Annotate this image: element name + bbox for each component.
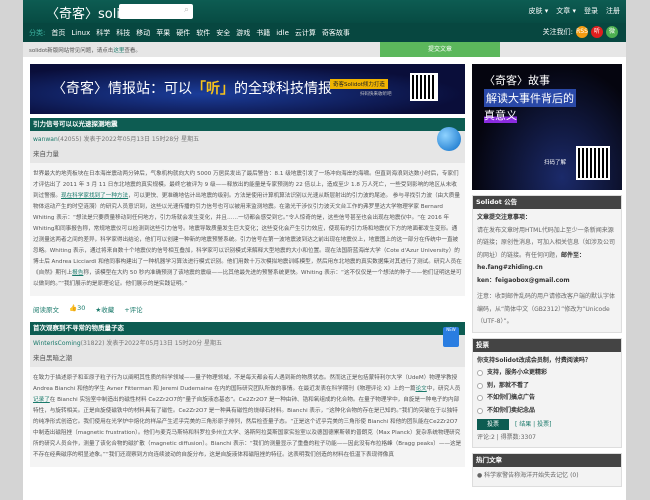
- radio-button[interactable]: [477, 382, 483, 389]
- banner-title: 〈奇客〉情报站：可以: [52, 81, 192, 97]
- poll-option[interactable]: 支持，服务小众更精彩: [477, 367, 617, 380]
- article-body: 世界最大的地壳板块在日本海岸震动两分钟后，气象机构就向大约 5000 万居民发出…: [30, 163, 465, 296]
- nav-item[interactable]: 云计算: [295, 28, 316, 38]
- author-link[interactable]: wanwan: [33, 136, 58, 143]
- search-input[interactable]: ⌕: [119, 4, 193, 19]
- qr-code: [576, 146, 610, 180]
- article-menu[interactable]: 文章 ▾: [556, 6, 576, 16]
- header: 〈奇客〉solidot ⌕ 皮肤 ▾ 文章 ▾ 登录 注册: [23, 0, 626, 23]
- nav-item[interactable]: idle: [276, 29, 289, 37]
- search-icon[interactable]: ⌕: [184, 5, 189, 15]
- box-title: 投票: [473, 338, 621, 352]
- thumbs-up-icon: 👍: [69, 304, 78, 312]
- poll-box: 投票 你支持Solidot改成会员制，付费阅读吗？ 支持，服务小众更精彩 别，那…: [472, 337, 622, 448]
- banner-ad[interactable]: 〈奇客〉情报站：可以「听」的全球科技情报 奇客Solidot倾力打造 扫码快来收…: [30, 64, 465, 114]
- article-link[interactable]: 论文: [416, 386, 427, 392]
- box-title: 热门文章: [473, 454, 621, 467]
- announce-email: ken：feigaobox@gmail.com: [477, 276, 570, 284]
- banner-sub: 扫码快来收听吧: [360, 92, 392, 97]
- article-title[interactable]: 引力信号可以以光速探测地震: [30, 118, 465, 131]
- login-link[interactable]: 登录: [584, 6, 598, 16]
- article-meta: (31822) 发表于2022年05月13日 15时20分 星期五: [80, 340, 222, 347]
- nav-item[interactable]: 奇客故事: [322, 28, 350, 38]
- like-button[interactable]: 👍30: [69, 304, 85, 314]
- banner-title-end: 的全球科技情报: [234, 81, 332, 97]
- main-column: 〈奇客〉情报站：可以「听」的全球科技情报 奇客Solidot倾力打造 扫码快来收…: [30, 64, 465, 467]
- author-link[interactable]: WinterIsComing: [33, 340, 81, 347]
- listen-icon[interactable]: 听: [591, 26, 603, 38]
- nav-item[interactable]: 软件: [196, 28, 210, 38]
- nav-item[interactable]: 硬件: [176, 28, 190, 38]
- story-scan: 扫码了解: [544, 160, 567, 166]
- register-link[interactable]: 注册: [606, 6, 620, 16]
- qr-code: [410, 73, 438, 101]
- story-line: 解读大事件背后的: [484, 89, 576, 107]
- poll-stats: 评论:2 | 得票数:3307: [477, 433, 536, 441]
- comment-button[interactable]: +评论: [124, 304, 142, 314]
- follow-label: 关注我们:: [542, 28, 573, 36]
- article-meta: (42055) 发表于2022年05月13日 15时28分 星期五: [57, 136, 200, 143]
- nav-item[interactable]: 首页: [51, 28, 65, 38]
- favorite-button[interactable]: ★收藏: [95, 304, 114, 314]
- story-title: 〈奇客〉故事: [484, 74, 550, 87]
- article: 引力信号可以以光速探测地震 wanwan(42055) 发表于2022年05月1…: [30, 118, 465, 322]
- nav-item[interactable]: Linux: [71, 29, 90, 37]
- announcement-box: Solidot 公告 文章提交注意事项： 请在发布文章时用HTML代码加上至少一…: [472, 195, 622, 333]
- science-globe-icon: [437, 127, 461, 151]
- article-source: 来自黑暗之潮: [33, 354, 72, 362]
- announce-note: 注意：收到邮件乱码的用户请修改客户端的默认字体编码，从“简体中文（GB2312）…: [477, 293, 616, 325]
- nav-item[interactable]: 游戏: [236, 28, 250, 38]
- rss-icon[interactable]: RSS: [576, 26, 588, 38]
- wechat-icon[interactable]: 微: [606, 26, 618, 38]
- nav-label: 分类:: [29, 28, 46, 37]
- radio-button[interactable]: [477, 407, 483, 414]
- page: 〈奇客〉solidot ⌕ 皮肤 ▾ 文章 ▾ 登录 注册 分类: 首页 Lin…: [23, 0, 626, 500]
- article-link[interactable]: 现在科学家找到了一种方法: [61, 193, 128, 199]
- new-badge-icon: NEW: [443, 327, 459, 347]
- article: 首次观察到不寻常的物质量子态 WinterIsComing(31822) 发表于…: [30, 322, 465, 467]
- story-ad[interactable]: 〈奇客〉故事 解读大事件背后的 真意义 扫码了解: [472, 64, 622, 190]
- banner-title-highlight: 「听」: [192, 81, 234, 97]
- story-line: 真意义: [484, 107, 517, 123]
- read-original-link[interactable]: 阅读原文: [33, 304, 59, 314]
- sidebar: 〈奇客〉故事 解读大事件背后的 真意义 扫码了解 Solidot 公告 文章提交…: [472, 64, 622, 487]
- announce-head: 文章提交注意事项：: [477, 214, 532, 221]
- poll-links[interactable]: [ 结果 | 投票]: [515, 421, 551, 428]
- box-title: Solidot 公告: [473, 196, 621, 209]
- announce-text: 请在发布文章时用HTML代码加上至少一条新闻来源的链接；原创性消息，可加入相关信…: [477, 226, 616, 259]
- nav-item[interactable]: 书籍: [256, 28, 270, 38]
- nav-item[interactable]: 移动: [136, 28, 150, 38]
- hot-article-link[interactable]: 科学家警告称海洋开始失去记忆 (0): [484, 472, 578, 479]
- nav-item[interactable]: 科技: [116, 28, 130, 38]
- notice-text: solidot新版网站常见问题，请点击: [29, 48, 114, 54]
- article-link[interactable]: 报告: [72, 270, 83, 276]
- article-source: 来自力量: [33, 150, 59, 158]
- article-body: 在致力于描述原子和亚原子粒子行为以阐明其性质的科学领域——量子物理领域，不是每天…: [30, 367, 465, 467]
- skin-menu[interactable]: 皮肤 ▾: [529, 6, 549, 16]
- poll-question: 你支持Solidot改成会员制，付费阅读吗？: [477, 356, 591, 364]
- poll-option[interactable]: 别，那就不看了: [477, 380, 617, 393]
- notice-bar: solidot新版网站常见问题，请点击这里查看。 提交文章: [23, 42, 626, 57]
- banner-tag: 奇客Solidot倾力打造: [330, 79, 388, 89]
- article-link[interactable]: 记录了: [33, 397, 50, 403]
- article-title[interactable]: 首次观察到不寻常的物质量子态: [30, 322, 465, 335]
- nav-item[interactable]: 苹果: [156, 28, 170, 38]
- submit-article-button[interactable]: 提交文章: [380, 42, 500, 57]
- notice-link[interactable]: 这里: [113, 48, 124, 54]
- nav-item[interactable]: 科学: [96, 28, 110, 38]
- poll-option[interactable]: 不如你们卖纪念品: [477, 405, 617, 418]
- hot-articles-box: 热门文章 ● 科学家警告称海洋开始失去记忆 (0): [472, 453, 622, 487]
- vote-button[interactable]: 投票: [477, 419, 509, 430]
- category-nav: 分类: 首页 Linux 科学 科技 移动 苹果 硬件 软件 安全 游戏 书籍 …: [23, 23, 626, 42]
- notice-text-end: 查看。: [124, 48, 141, 54]
- nav-item[interactable]: 安全: [216, 28, 230, 38]
- poll-option[interactable]: 不如你们搞点广告: [477, 392, 617, 405]
- radio-button[interactable]: [477, 370, 483, 377]
- radio-button[interactable]: [477, 395, 483, 402]
